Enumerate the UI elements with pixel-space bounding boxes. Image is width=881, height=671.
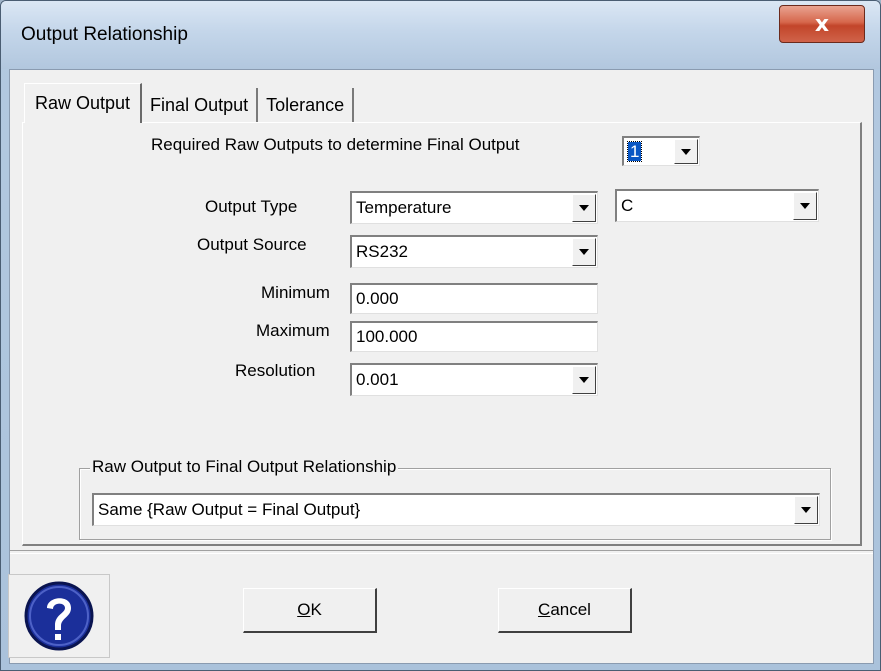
dialog-window: Output Relationship x Raw Output Final O…: [0, 0, 881, 671]
unit-select[interactable]: C: [615, 189, 819, 222]
required-outputs-select[interactable]: 1: [622, 136, 700, 166]
output-type-select[interactable]: Temperature: [350, 191, 598, 224]
tab-tolerance[interactable]: Tolerance: [258, 88, 355, 122]
relationship-group-label: Raw Output to Final Output Relationship: [90, 457, 399, 477]
raw-output-panel: Required Raw Outputs to determine Final …: [22, 122, 862, 546]
required-outputs-value: 1: [626, 140, 643, 162]
relationship-group: Raw Output to Final Output Relationship …: [79, 457, 831, 540]
ok-label: K: [310, 600, 322, 619]
close-button[interactable]: x: [779, 5, 865, 43]
resolution-select[interactable]: 0.001: [350, 363, 598, 396]
dropdown-arrow-icon[interactable]: [793, 192, 817, 220]
dropdown-arrow-icon[interactable]: [572, 366, 596, 394]
unit-value: C: [621, 196, 634, 215]
close-icon: x: [814, 11, 830, 37]
dropdown-arrow-icon[interactable]: [674, 139, 698, 164]
tab-strip: Raw Output Final Output Tolerance: [24, 83, 355, 123]
required-outputs-label: Required Raw Outputs to determine Final …: [151, 135, 520, 154]
output-source-select[interactable]: RS232: [350, 235, 598, 268]
minimum-value: 0.000: [356, 289, 399, 308]
relationship-value: Same {Raw Output = Final Output}: [98, 500, 361, 519]
maximum-field[interactable]: 100.000: [350, 321, 598, 352]
window-title: Output Relationship: [21, 24, 188, 45]
dialog-client-area: Raw Output Final Output Tolerance Requir…: [8, 69, 874, 664]
tab-raw-output[interactable]: Raw Output: [24, 83, 143, 123]
maximum-label: Maximum: [256, 321, 330, 340]
maximum-value: 100.000: [356, 327, 418, 346]
output-type-label: Output Type: [205, 197, 298, 216]
cancel-label: ancel: [550, 600, 591, 619]
tab-final-output[interactable]: Final Output: [142, 88, 259, 122]
ok-button[interactable]: OK: [243, 588, 377, 633]
help-question-icon: [24, 581, 94, 651]
resolution-label: Resolution: [235, 361, 316, 380]
button-bar-divider: [10, 550, 873, 554]
resolution-value: 0.001: [356, 370, 399, 389]
minimum-label: Minimum: [261, 283, 330, 302]
dropdown-arrow-icon[interactable]: [572, 194, 596, 222]
minimum-field[interactable]: 0.000: [350, 283, 598, 314]
ok-mnemonic: O: [297, 600, 311, 619]
dropdown-arrow-icon[interactable]: [572, 238, 596, 266]
title-bar[interactable]: Output Relationship x: [1, 1, 880, 69]
cancel-mnemonic: C: [538, 600, 551, 619]
cancel-button[interactable]: Cancel: [498, 588, 632, 633]
help-button[interactable]: [8, 574, 110, 658]
relationship-select[interactable]: Same {Raw Output = Final Output}: [92, 493, 820, 526]
output-source-label: Output Source: [197, 235, 307, 254]
output-source-value: RS232: [356, 242, 408, 261]
dropdown-arrow-icon[interactable]: [794, 496, 818, 524]
output-type-value: Temperature: [356, 198, 452, 217]
